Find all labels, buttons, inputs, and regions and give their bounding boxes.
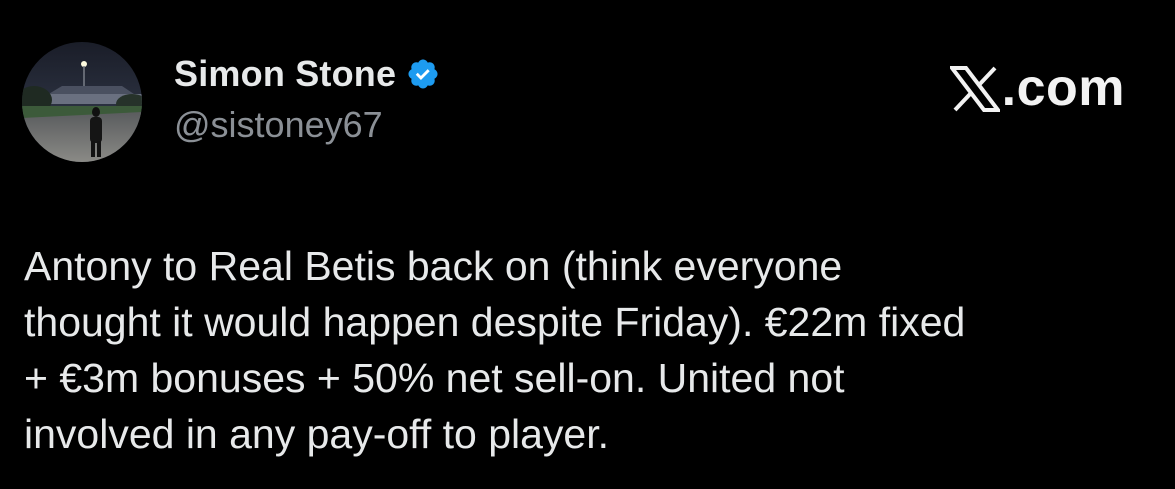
user-handle[interactable]: @sistoney67 [174,104,440,146]
display-name[interactable]: Simon Stone [174,53,396,95]
avatar[interactable] [22,42,142,162]
profile-photo-icon [22,42,142,162]
tweet-card: Simon Stone @sistoney67 .com Antony to R… [0,0,1175,489]
x-logo-icon [947,65,1002,112]
brand-watermark: .com [947,58,1125,118]
brand-domain: .com [1001,59,1125,117]
name-row: Simon Stone [174,50,440,98]
tweet-text: Antony to Real Betis back on (think ever… [24,243,966,457]
author-info: Simon Stone @sistoney67 [174,50,440,146]
verified-badge-icon [406,57,440,91]
